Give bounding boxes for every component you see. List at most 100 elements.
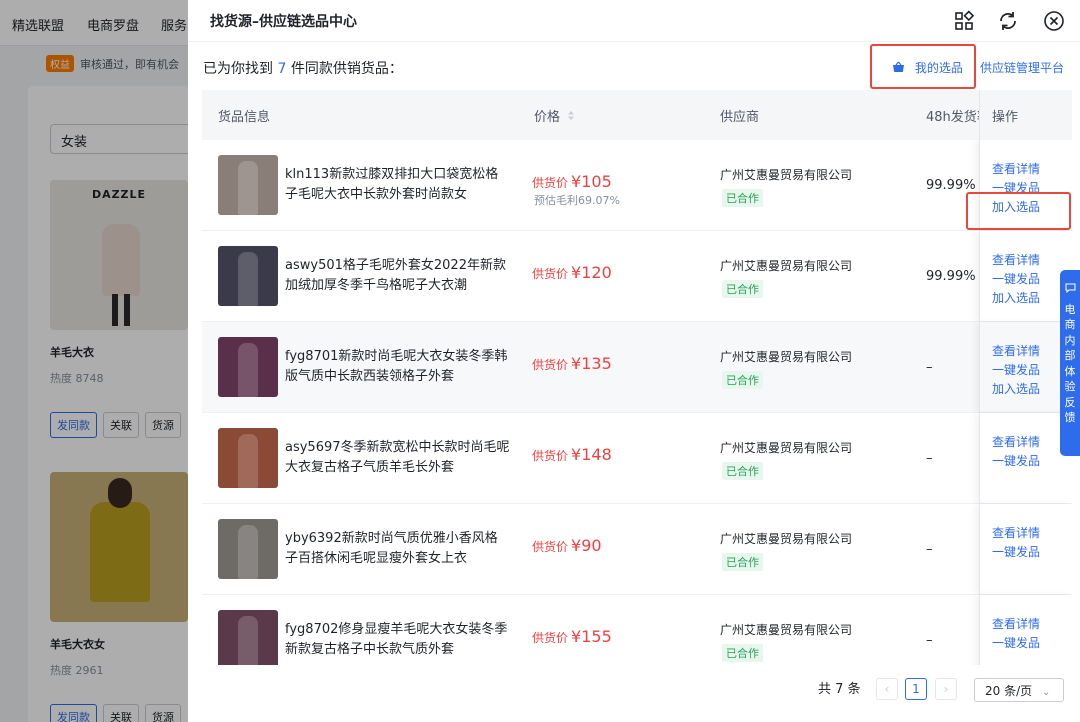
page-button[interactable]: 1 — [905, 678, 927, 700]
cooperation-badge: 已合作 — [722, 644, 763, 662]
close-icon[interactable] — [1043, 10, 1065, 32]
supply-price: 供货价 ¥105 — [532, 172, 612, 191]
view-detail-link[interactable]: 查看详情 — [992, 433, 1040, 452]
my-selection-link[interactable]: 我的选品 — [892, 59, 963, 76]
supplier-name: 广州艾惠曼贸易有限公司 — [720, 168, 853, 182]
currency: ¥ — [571, 536, 582, 555]
col-supplier: 供应商 — [720, 110, 760, 125]
product-thumbnail[interactable] — [218, 610, 278, 665]
cooperation-badge: 已合作 — [722, 553, 763, 571]
one-click-publish-link[interactable]: 一键发品 — [992, 452, 1040, 471]
result-summary: 已为你找到 7 件同款供销货品： — [203, 58, 403, 78]
add-selection-link[interactable]: 加入选品 — [992, 289, 1040, 308]
view-detail-link[interactable]: 查看详情 — [992, 251, 1040, 270]
cooperation-badge: 已合作 — [722, 462, 763, 480]
price-label: 供货价 — [532, 358, 569, 372]
add-selection-link[interactable]: 加入选品 — [992, 380, 1040, 399]
highlight-box — [966, 192, 1071, 230]
cooperation-badge: 已合作 — [722, 280, 763, 298]
product-name[interactable]: fyg8702修身显瘦羊毛呢大衣女装冬季新款复古格子中长款气质外套 — [285, 620, 510, 660]
row-actions: 查看详情 一键发品 — [992, 524, 1040, 562]
supplier-name: 广州艾惠曼贸易有限公司 — [720, 259, 853, 273]
cooperation-badge: 已合作 — [722, 371, 763, 389]
table-row: kln113新款过膝双排扣大口袋宽松格子毛呢大衣中长款外套时尚款女 供货价 ¥10… — [202, 140, 1072, 231]
estimated-margin: 预估毛利69.07% — [534, 194, 620, 207]
col-price[interactable]: 价格 — [534, 106, 575, 125]
one-click-publish-link[interactable]: 一键发品 — [992, 270, 1040, 289]
my-selection-label: 我的选品 — [914, 61, 963, 75]
drawer-header: 找货源–供应链选品中心 — [188, 0, 1080, 42]
row-actions: 查看详情 一键发品 加入选品 — [992, 342, 1040, 399]
product-thumbnail[interactable] — [218, 155, 278, 215]
supplier-name: 广州艾惠曼贸易有限公司 — [720, 623, 853, 637]
currency: ¥ — [571, 627, 582, 646]
price-value: 135 — [581, 354, 612, 373]
product-thumbnail[interactable] — [218, 246, 278, 306]
row-actions: 查看详情 一键发品 加入选品 — [992, 251, 1040, 308]
sort-icon[interactable] — [567, 110, 575, 125]
product-thumbnail[interactable] — [218, 519, 278, 579]
summary-suffix: 件同款供销货品： — [290, 61, 403, 77]
supply-price: 供货价 ¥120 — [532, 263, 612, 282]
next-page-button[interactable]: › — [935, 678, 957, 700]
product-thumbnail[interactable] — [218, 337, 278, 397]
view-detail-link[interactable]: 查看详情 — [992, 342, 1040, 361]
mgmt-platform-link[interactable]: 供应链管理平台 — [980, 59, 1064, 76]
one-click-publish-link[interactable]: 一键发品 — [992, 543, 1040, 562]
apps-grid-icon[interactable] — [953, 10, 975, 32]
row-actions: 查看详情 一键发品 — [992, 615, 1040, 653]
ship-rate: – — [926, 360, 933, 375]
col-actions: 操作 — [992, 110, 1019, 125]
currency: ¥ — [571, 354, 582, 373]
one-click-publish-link[interactable]: 一键发品 — [992, 361, 1040, 380]
col-price-label: 价格 — [534, 110, 561, 125]
price-value: 148 — [581, 445, 612, 464]
supplier-name: 广州艾惠曼贸易有限公司 — [720, 441, 853, 455]
drawer-title: 找货源–供应链选品中心 — [210, 14, 357, 30]
summary-prefix: 已为你找到 — [203, 61, 273, 77]
product-name[interactable]: asy5697冬季新款宽松中长款时尚毛呢大衣复古格子气质羊毛长外套 — [285, 438, 510, 478]
chat-icon — [1060, 282, 1080, 298]
supplier-name: 广州艾惠曼贸易有限公司 — [720, 350, 853, 364]
table-row: asy5697冬季新款宽松中长款时尚毛呢大衣复古格子气质羊毛长外套 供货价 ¥14… — [202, 413, 1072, 504]
product-thumbnail[interactable] — [218, 428, 278, 488]
supply-price: 供货价 ¥90 — [532, 536, 602, 555]
product-name[interactable]: yby6392新款时尚气质优雅小香风格子百搭休闲毛呢显瘦外套女上衣 — [285, 529, 510, 569]
product-name[interactable]: aswy501格子毛呢外套女2022年新款加绒加厚冬季千鸟格呢子大衣潮 — [285, 256, 510, 296]
basket-icon — [892, 61, 909, 75]
table-header: 货品信息 价格 供应商 48h发货率 操作 — [202, 90, 1072, 140]
table-row: fyg8701新款时尚毛呢大衣女装冬季韩版气质中长款西装领格子外套 供货价 ¥13… — [202, 322, 1072, 413]
page-size-select[interactable]: 20 条/页 ⌄ — [974, 678, 1064, 702]
price-value: 90 — [581, 536, 602, 555]
currency: ¥ — [571, 172, 582, 191]
supplier-name: 广州艾惠曼贸易有限公司 — [720, 532, 853, 546]
one-click-publish-link[interactable]: 一键发品 — [992, 634, 1040, 653]
ship-rate: – — [926, 542, 933, 557]
chevron-down-icon: ⌄ — [1041, 687, 1051, 698]
feedback-label: 电商内部体验反馈 — [1064, 302, 1076, 425]
col-product: 货品信息 — [218, 110, 271, 125]
ship-rate: – — [926, 451, 933, 466]
pagination-total: 共 7 条 — [818, 682, 861, 697]
view-detail-link[interactable]: 查看详情 — [992, 524, 1040, 543]
price-label: 供货价 — [532, 631, 569, 645]
supply-price: 供货价 ¥155 — [532, 627, 612, 646]
price-label: 供货价 — [532, 267, 569, 281]
refresh-icon[interactable] — [997, 10, 1019, 32]
supply-price: 供货价 ¥135 — [532, 354, 612, 373]
page-size-label: 20 条/页 — [985, 684, 1033, 698]
table-row: fyg8702修身显瘦羊毛呢大衣女装冬季新款复古格子中长款气质外套 供货价 ¥15… — [202, 595, 1072, 665]
supply-price: 供货价 ¥148 — [532, 445, 612, 464]
product-table: kln113新款过膝双排扣大口袋宽松格子毛呢大衣中长款外套时尚款女 供货价 ¥10… — [202, 140, 1072, 665]
feedback-tab[interactable]: 电商内部体验反馈 — [1060, 270, 1080, 456]
currency: ¥ — [571, 263, 582, 282]
product-name[interactable]: fyg8701新款时尚毛呢大衣女装冬季韩版气质中长款西装领格子外套 — [285, 347, 510, 387]
cooperation-badge: 已合作 — [722, 189, 763, 207]
view-detail-link[interactable]: 查看详情 — [992, 615, 1040, 634]
table-row: yby6392新款时尚气质优雅小香风格子百搭休闲毛呢显瘦外套女上衣 供货价 ¥90… — [202, 504, 1072, 595]
view-detail-link[interactable]: 查看详情 — [992, 160, 1040, 179]
prev-page-button[interactable]: ‹ — [876, 678, 898, 700]
price-value: 105 — [581, 172, 612, 191]
table-row: aswy501格子毛呢外套女2022年新款加绒加厚冬季千鸟格呢子大衣潮 供货价 ¥… — [202, 231, 1072, 322]
product-name[interactable]: kln113新款过膝双排扣大口袋宽松格子毛呢大衣中长款外套时尚款女 — [285, 165, 510, 205]
